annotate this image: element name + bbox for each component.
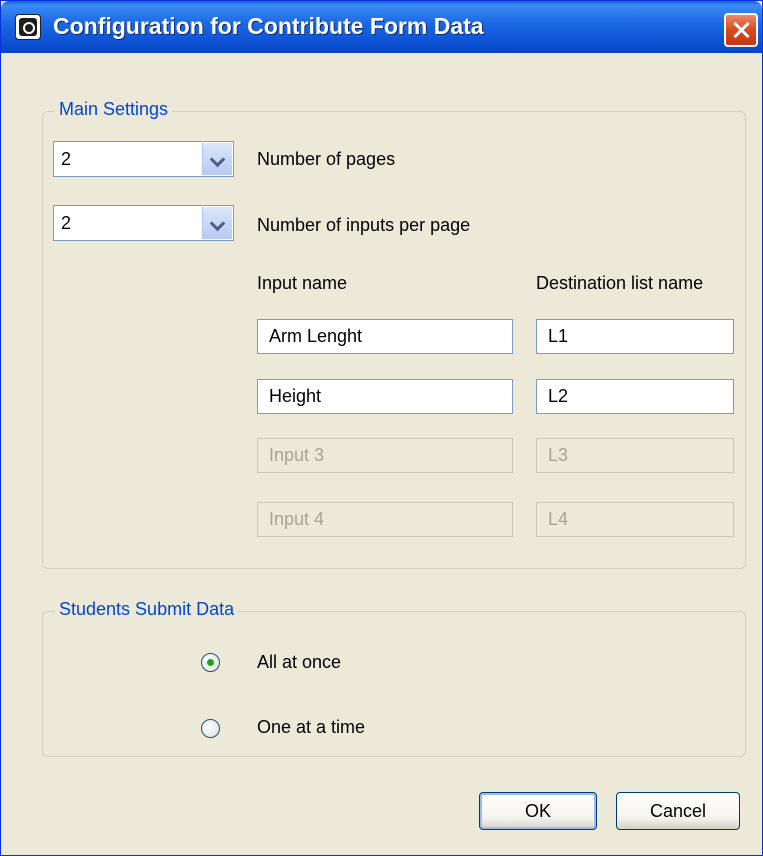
destination-list-header: Destination list name	[536, 273, 704, 293]
list-name-placeholder-3	[537, 439, 733, 472]
list-name-value-2[interactable]	[537, 380, 733, 413]
list-name-field-4	[536, 502, 734, 537]
list-name-value-1[interactable]	[537, 320, 733, 353]
window-title: Configuration for Contribute Form Data	[53, 13, 484, 39]
app-icon	[15, 14, 41, 40]
list-name-field-2[interactable]	[536, 379, 734, 414]
list-name-placeholder-4	[537, 503, 733, 536]
chevron-down-icon[interactable]	[202, 207, 232, 239]
list-name-field-1[interactable]	[536, 319, 734, 354]
input-name-placeholder-3	[258, 439, 512, 472]
chevron-down-icon[interactable]	[202, 143, 232, 175]
main-settings-legend: Main Settings	[55, 99, 173, 120]
dialog-window: Configuration for Contribute Form Data M…	[0, 0, 763, 856]
input-name-header: Input name	[257, 273, 348, 293]
pages-select[interactable]: 2	[53, 141, 234, 177]
input-name-value-1[interactable]	[258, 320, 512, 353]
list-name-field-3	[536, 438, 734, 473]
submit-data-group: Students Submit Data	[42, 599, 746, 757]
input-name-field-2[interactable]	[257, 379, 513, 414]
title-bar[interactable]: Configuration for Contribute Form Data	[1, 1, 762, 53]
input-name-field-1[interactable]	[257, 319, 513, 354]
radio-one-at-a-time-label[interactable]: One at a time	[257, 717, 365, 738]
input-name-value-2[interactable]	[258, 380, 512, 413]
ok-button[interactable]: OK	[479, 792, 597, 830]
radio-all-at-once-label[interactable]: All at once	[257, 652, 341, 673]
inputs-per-page-value: 2	[61, 213, 72, 233]
close-icon[interactable]	[724, 13, 758, 47]
inputs-per-page-select[interactable]: 2	[53, 205, 234, 241]
cancel-button[interactable]: Cancel	[616, 792, 740, 830]
input-name-placeholder-4	[258, 503, 512, 536]
submit-data-legend: Students Submit Data	[55, 599, 239, 620]
input-name-field-4	[257, 502, 513, 537]
input-name-field-3	[257, 438, 513, 473]
radio-all-at-once[interactable]	[201, 653, 220, 672]
radio-one-at-a-time[interactable]	[201, 719, 220, 738]
pages-label: Number of pages	[257, 149, 396, 169]
inputs-per-page-label: Number of inputs per page	[257, 215, 471, 235]
pages-select-value: 2	[61, 149, 72, 169]
